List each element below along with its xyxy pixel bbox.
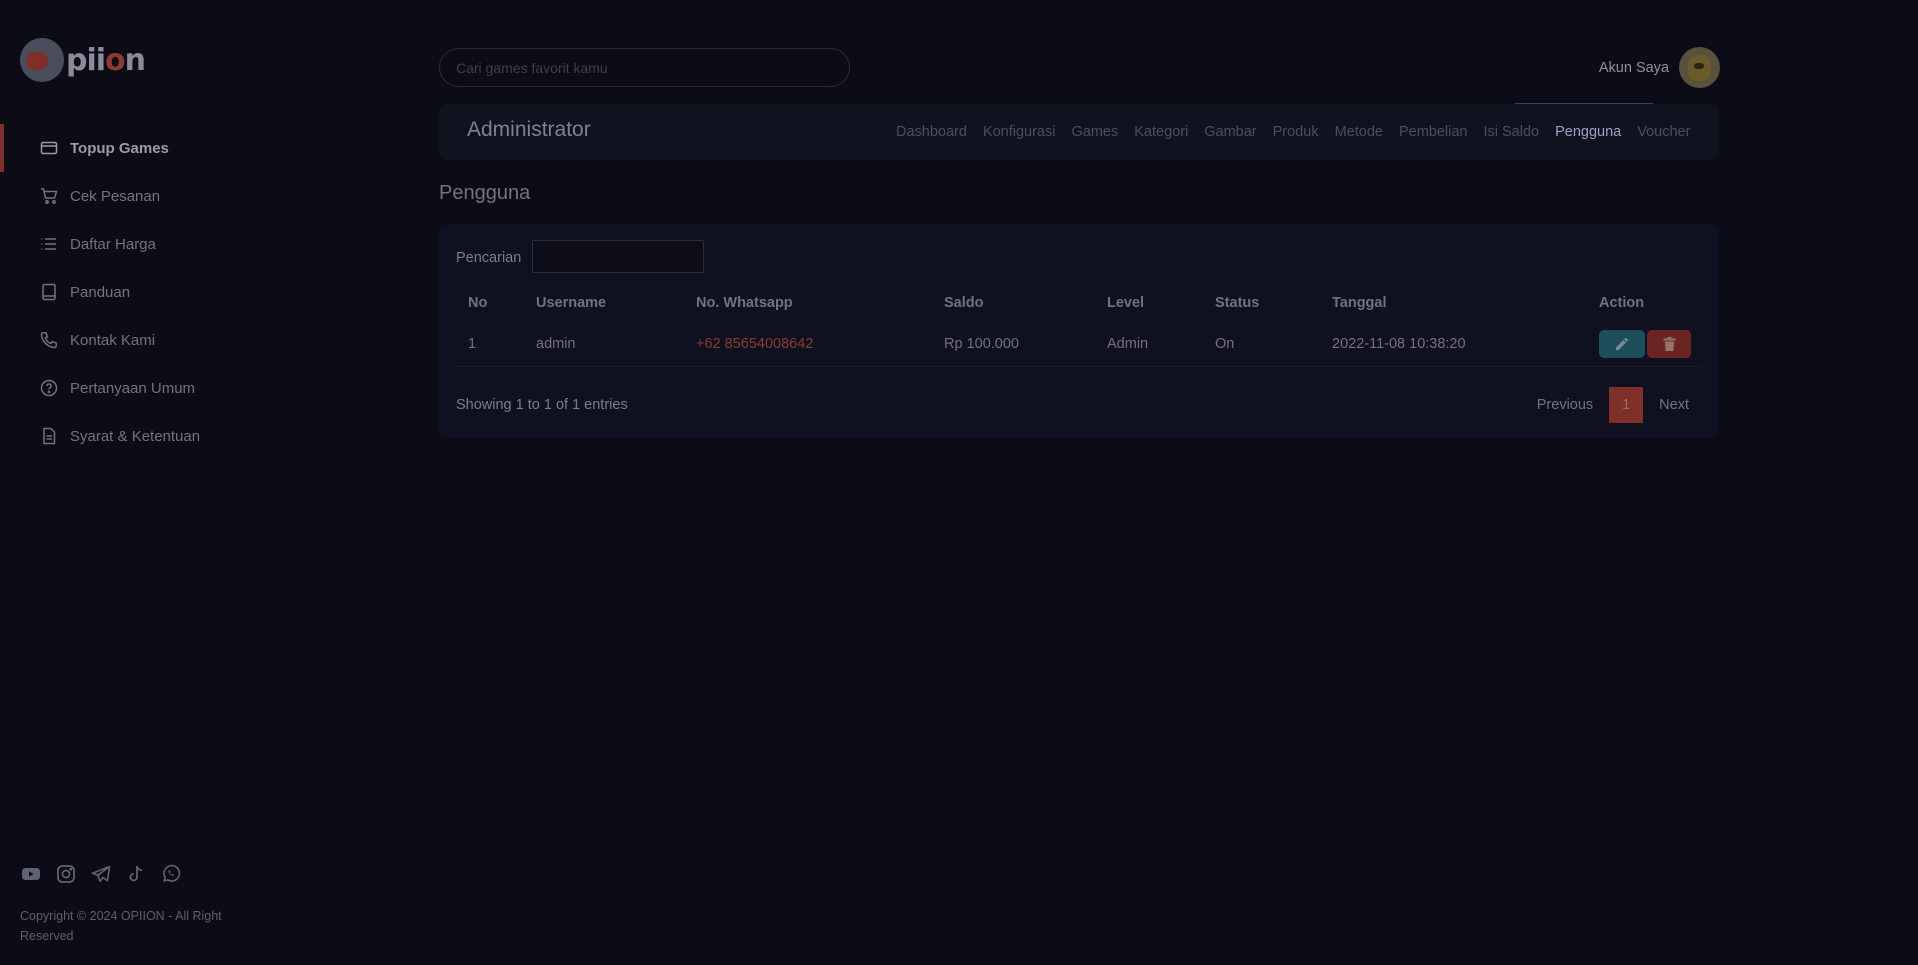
tab-kategori[interactable]: Kategori: [1134, 124, 1188, 140]
column-header[interactable]: Saldo: [932, 284, 1095, 322]
avatar[interactable]: [1679, 47, 1720, 88]
youtube-icon[interactable]: [20, 863, 42, 885]
table-search-input[interactable]: [532, 240, 704, 273]
instagram-icon[interactable]: [55, 863, 77, 885]
tab-produk[interactable]: Produk: [1273, 124, 1319, 140]
sidebar-item-pertanyaan-umum[interactable]: Pertanyaan Umum: [0, 364, 400, 412]
account-menu[interactable]: Akun Saya: [1599, 47, 1720, 88]
search-input[interactable]: [439, 48, 850, 87]
delete-button[interactable]: [1647, 329, 1691, 358]
tab-isi-saldo[interactable]: Isi Saldo: [1483, 124, 1539, 140]
phone-icon: [40, 331, 58, 349]
page-title: Pengguna: [439, 182, 531, 204]
column-header[interactable]: No. Whatsapp: [684, 284, 932, 322]
sidebar-item-syarat-ketentuan[interactable]: Syarat & Ketentuan: [0, 412, 400, 460]
cell-action: [1587, 322, 1702, 367]
sidebar-item-daftar-harga[interactable]: Daftar Harga: [0, 220, 400, 268]
page-button[interactable]: 1: [1609, 387, 1644, 423]
sidebar-item-label: Cek Pesanan: [70, 187, 161, 205]
column-header[interactable]: Username: [524, 284, 684, 322]
sidebar-nav: Topup Games Cek Pesanan Daftar Harga Pan…: [0, 124, 400, 460]
list-icon: [40, 235, 58, 253]
sidebar-item-panduan[interactable]: Panduan: [0, 268, 400, 316]
cell-no: 1: [456, 322, 524, 367]
sidebar-item-topup-games[interactable]: Topup Games: [0, 124, 400, 172]
social-links: [20, 863, 182, 885]
book-icon: [40, 283, 58, 301]
tab-pengguna[interactable]: Pengguna: [1555, 124, 1621, 140]
cart-icon: [40, 187, 58, 205]
tab-voucher[interactable]: Voucher: [1637, 124, 1690, 140]
copyright-text: Copyright © 2024 OPIION - All Right Rese…: [20, 909, 222, 943]
tab-konfigurasi[interactable]: Konfigurasi: [983, 124, 1056, 140]
tab-gambar[interactable]: Gambar: [1204, 124, 1256, 140]
column-header[interactable]: Action: [1587, 284, 1702, 322]
pencil-icon: [1616, 337, 1629, 350]
table-search-label: Pencarian: [456, 250, 522, 266]
telegram-icon[interactable]: [90, 863, 112, 885]
sidebar: piion Topup Games Cek Pesanan Daftar Har…: [0, 0, 400, 965]
account-label: Akun Saya: [1598, 59, 1669, 76]
question-circle-icon: [40, 379, 58, 397]
sidebar-item-label: Panduan: [70, 283, 131, 301]
admin-title: Administrator: [467, 118, 591, 141]
trash-icon: [1663, 336, 1675, 351]
tab-dashboard[interactable]: Dashboard: [896, 124, 967, 140]
whatsapp-icon[interactable]: [160, 863, 182, 885]
cell-status: On: [1203, 322, 1320, 367]
cell-saldo: Rp 100.000: [932, 322, 1095, 367]
previous-button[interactable]: Previous: [1537, 397, 1593, 413]
cell-level: Admin: [1095, 322, 1203, 367]
users-table: No Username No. Whatsapp Saldo Level Sta…: [456, 284, 1702, 367]
logo-icon: [20, 38, 64, 82]
document-icon: [40, 427, 58, 445]
users-card: Pencarian No Username No. Whatsapp Saldo…: [439, 224, 1719, 438]
table-row: 1 admin +62 85654008642 Rp 100.000 Admin…: [456, 322, 1702, 367]
sidebar-item-kontak-kami[interactable]: Kontak Kami: [0, 316, 400, 364]
sidebar-item-label: Kontak Kami: [70, 331, 156, 349]
sidebar-item-label: Topup Games: [70, 139, 169, 157]
column-header[interactable]: No: [456, 284, 524, 322]
tiktok-icon[interactable]: [125, 863, 147, 885]
tab-metode[interactable]: Metode: [1335, 124, 1383, 140]
sidebar-item-label: Pertanyaan Umum: [70, 379, 196, 397]
sidebar-item-cek-pesanan[interactable]: Cek Pesanan: [0, 172, 400, 220]
edit-button[interactable]: [1599, 329, 1645, 358]
tab-pembelian[interactable]: Pembelian: [1399, 124, 1468, 140]
sidebar-item-label: Daftar Harga: [70, 235, 156, 253]
table-header-row: No Username No. Whatsapp Saldo Level Sta…: [456, 284, 1702, 322]
admin-nav: Dashboard Konfigurasi Games Kategori Gam…: [896, 104, 1690, 160]
column-header[interactable]: Status: [1203, 284, 1320, 322]
logo-text: piion: [66, 42, 146, 78]
cell-tanggal: 2022-11-08 10:38:20: [1320, 322, 1587, 367]
column-header[interactable]: Level: [1095, 284, 1203, 322]
cell-whatsapp-link[interactable]: +62 85654008642: [684, 322, 932, 367]
brand-logo[interactable]: piion: [20, 38, 146, 82]
sidebar-item-label: Syarat & Ketentuan: [70, 427, 201, 445]
cell-username: admin: [524, 322, 684, 367]
pagination: Previous 1 Next: [1537, 387, 1689, 423]
column-header[interactable]: Tanggal: [1320, 284, 1587, 322]
next-button[interactable]: Next: [1659, 397, 1689, 413]
table-info: Showing 1 to 1 of 1 entries: [456, 397, 628, 413]
credit-card-icon: [40, 139, 58, 157]
tab-games[interactable]: Games: [1071, 124, 1118, 140]
